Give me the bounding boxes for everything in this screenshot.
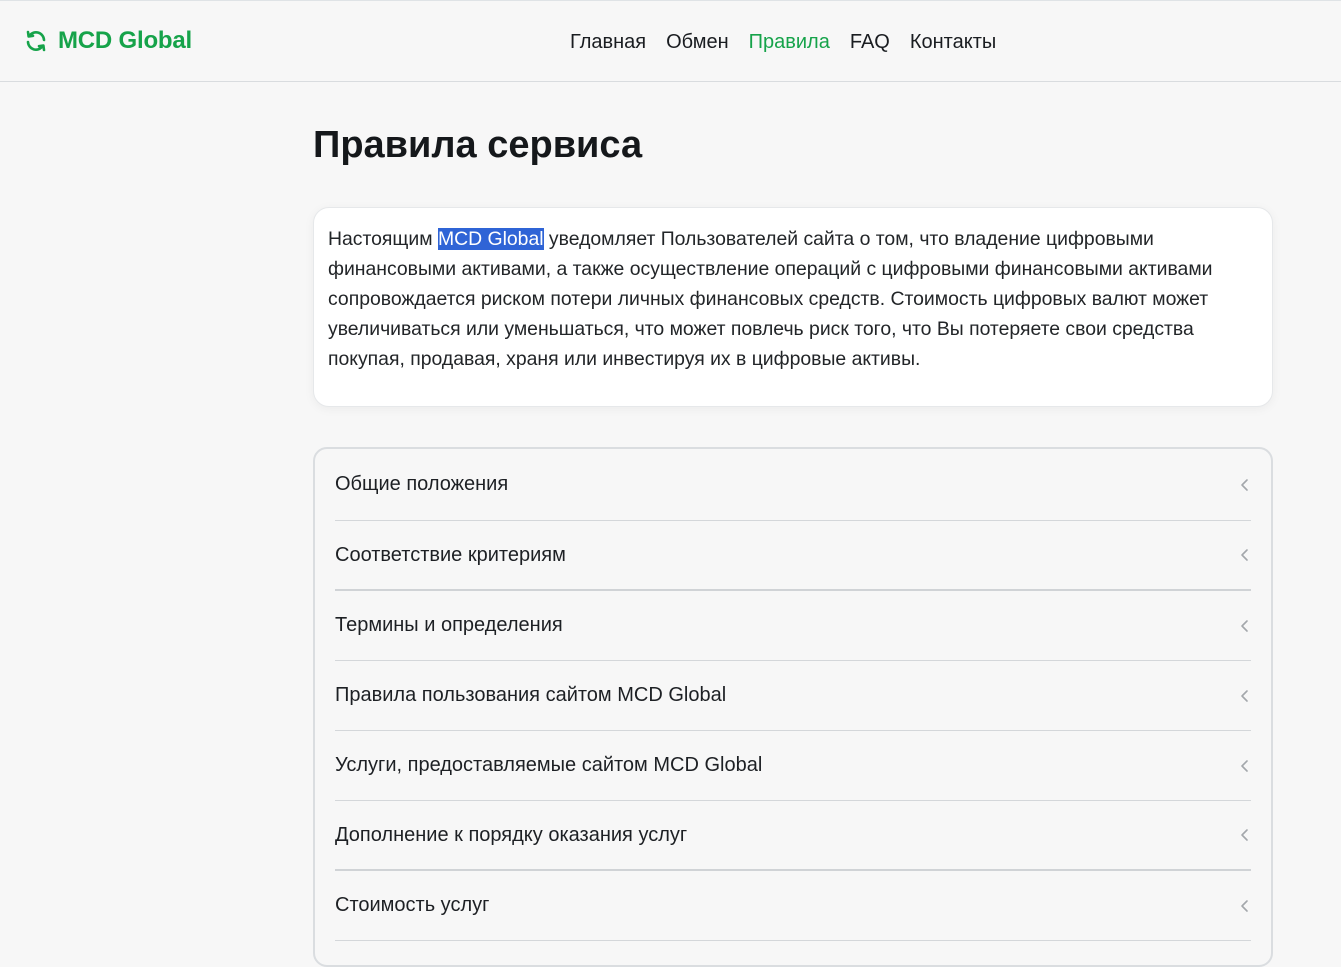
nav-item-faq[interactable]: FAQ bbox=[850, 29, 890, 55]
accordion-item-label: Общие положения bbox=[335, 473, 509, 495]
nav-item-home[interactable]: Главная bbox=[570, 29, 646, 55]
accordion-item-eligibility[interactable]: Соответствие критериям bbox=[335, 521, 1251, 591]
accordion-item-label: Соответствие критериям bbox=[335, 543, 566, 566]
accordion-item-terms[interactable]: Термины и определения bbox=[335, 591, 1251, 661]
site-header: MCD Global Главная Обмен Правила FAQ Кон… bbox=[0, 1, 1341, 82]
accordion-item-label: Стоимость услуг bbox=[335, 894, 490, 916]
rules-accordion: Общие положения Соответствие критериям Т… bbox=[313, 447, 1273, 967]
chevron-left-icon bbox=[1241, 759, 1248, 772]
chevron-left-icon bbox=[1241, 549, 1248, 561]
chevron-left-icon bbox=[1241, 899, 1248, 912]
chevron-left-icon bbox=[1241, 689, 1248, 702]
accordion-item-general[interactable]: Общие положения bbox=[335, 449, 1251, 521]
chevron-left-icon bbox=[1241, 619, 1248, 632]
brand-logo[interactable]: MCD Global bbox=[24, 27, 192, 55]
accordion-item-label: Дополнение к порядку оказания услуг bbox=[335, 823, 688, 846]
accordion-item-label: Термины и определения bbox=[335, 614, 563, 636]
accordion-item-pricing[interactable]: Стоимость услуг bbox=[335, 871, 1251, 941]
chevron-left-icon bbox=[1241, 829, 1248, 841]
accordion-item-site-usage[interactable]: Правила пользования сайтом MCD Global bbox=[335, 661, 1251, 731]
brand-name: MCD Global bbox=[58, 27, 192, 54]
main-nav: Главная Обмен Правила FAQ Контакты bbox=[570, 29, 996, 55]
risk-notice-text: Настоящим MCD Global уведомляет Пользова… bbox=[328, 224, 1258, 374]
nav-item-exchange[interactable]: Обмен bbox=[666, 29, 729, 55]
notice-selected-brand: MCD Global bbox=[437, 228, 544, 250]
risk-notice-card: Настоящим MCD Global уведомляет Пользова… bbox=[313, 207, 1273, 407]
chevron-left-icon bbox=[1241, 478, 1248, 491]
accordion-item-label: Правила пользования сайтом MCD Global bbox=[335, 684, 727, 706]
nav-item-contacts[interactable]: Контакты bbox=[910, 29, 996, 55]
accordion-item-label: Услуги, предоставляемые сайтом MCD Globa… bbox=[335, 754, 763, 776]
refresh-icon bbox=[24, 29, 48, 53]
accordion-item-service-addendum[interactable]: Дополнение к порядку оказания услуг bbox=[335, 801, 1251, 871]
notice-text-start: Настоящим bbox=[328, 228, 438, 250]
page-title: Правила сервиса bbox=[313, 124, 643, 166]
accordion-item-services[interactable]: Услуги, предоставляемые сайтом MCD Globa… bbox=[335, 731, 1251, 801]
nav-item-rules[interactable]: Правила bbox=[749, 29, 830, 55]
